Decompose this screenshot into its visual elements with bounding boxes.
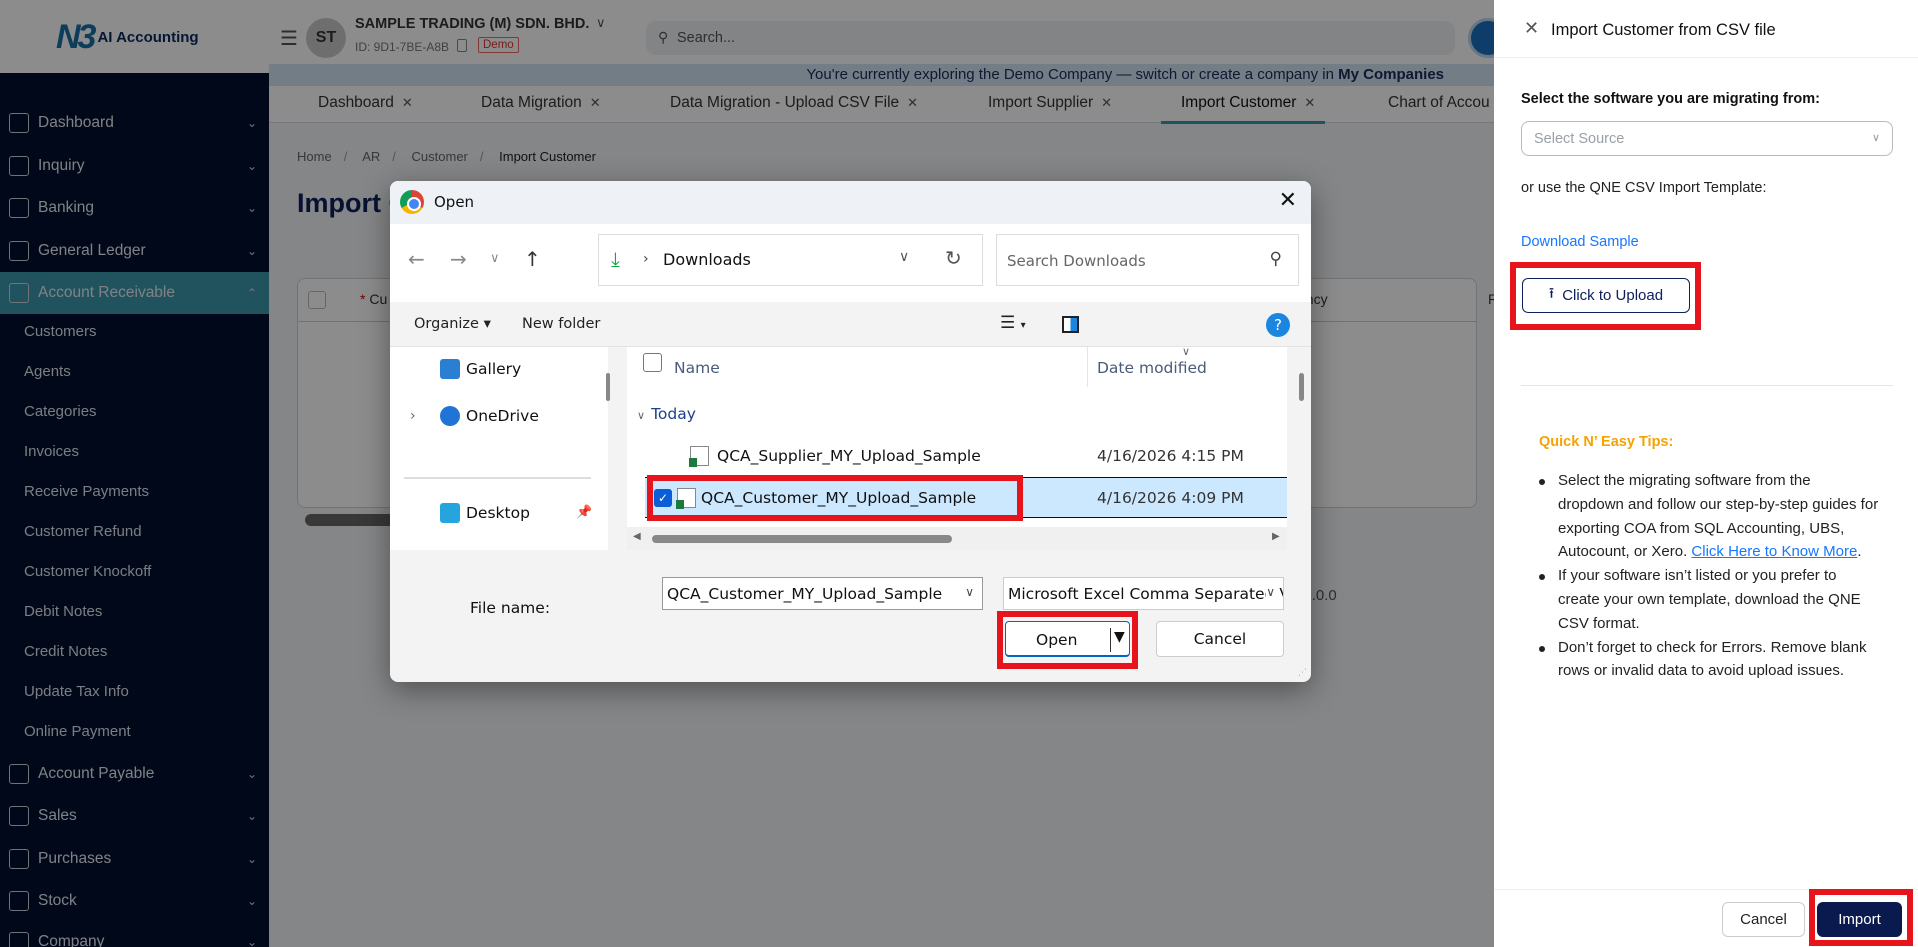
back-arrow-icon[interactable]: ← <box>408 247 425 271</box>
dialog-nav-bar: ← → ∨ ↑ ⤓ › Downloads ∨ ↻ Search Downloa… <box>390 224 1311 302</box>
up-arrow-icon[interactable]: ↑ <box>524 247 541 271</box>
chevron-down-icon: ∨ <box>1871 132 1880 144</box>
forward-arrow-icon[interactable]: → <box>450 247 467 271</box>
chrome-icon <box>400 190 424 214</box>
cancel-button[interactable]: Cancel <box>1722 902 1805 937</box>
file-row-selected[interactable]: ✓ QCA_Customer_MY_Upload_Sample 4/16/202… <box>645 477 1287 518</box>
file-type-select[interactable]: Microsoft Excel Comma Separated Values F… <box>1003 577 1284 610</box>
organize-button[interactable]: Organize ▾ <box>414 316 491 332</box>
open-button[interactable]: Open ▼ <box>1005 621 1130 657</box>
tip-item: Select the migrating software from the d… <box>1539 469 1879 564</box>
know-more-link[interactable]: Click Here to Know More <box>1691 543 1857 560</box>
tip-item: Don’t forget to check for Errors. Remove… <box>1539 636 1879 684</box>
refresh-icon[interactable]: ↻ <box>945 246 962 270</box>
horizontal-scrollbar[interactable]: ◀ ▶ <box>627 527 1287 550</box>
dialog-toolbar: Organize ▾ New folder ☰ ▾ ? <box>390 302 1311 347</box>
select-all-checkbox[interactable] <box>643 353 662 372</box>
preview-pane-icon[interactable] <box>1062 316 1079 333</box>
import-button[interactable]: Import <box>1817 902 1902 937</box>
address-bar[interactable]: ⤓ › Downloads ∨ ↻ <box>598 234 983 286</box>
file-name: QCA_Supplier_MY_Upload_Sample <box>717 447 981 465</box>
breadcrumb-chevron-icon: › <box>643 251 649 267</box>
file-list: Name ∨ Date modified ∨ Today QCA_Supplier… <box>627 345 1304 550</box>
chevron-down-icon: ∨ <box>965 585 974 599</box>
view-list-icon[interactable]: ☰ ▾ <box>1000 313 1026 333</box>
dropdown-arrow-icon: ▼ <box>1114 629 1125 645</box>
expand-chevron-icon[interactable]: › <box>410 408 416 424</box>
file-name-label: File name: <box>470 599 551 617</box>
search-placeholder: Search Downloads <box>1007 252 1146 270</box>
tips-list: Select the migrating software from the d… <box>1539 469 1879 683</box>
close-icon[interactable]: ✕ <box>1524 18 1539 39</box>
excel-csv-icon <box>676 488 696 509</box>
dialog-title: Open <box>434 193 475 211</box>
file-name-input[interactable]: QCA_Customer_MY_Upload_Sample ∨ <box>662 577 983 610</box>
onedrive-icon <box>440 406 460 426</box>
click-to-upload-button[interactable]: ⭱ Click to Upload <box>1522 278 1690 313</box>
vertical-scrollbar[interactable] <box>1299 373 1304 401</box>
drawer-title: Import Customer from CSV file <box>1551 21 1776 39</box>
file-name: QCA_Customer_MY_Upload_Sample <box>701 489 977 507</box>
divider <box>1521 385 1893 386</box>
close-icon[interactable]: ✕ <box>1279 188 1297 213</box>
nav-onedrive[interactable]: OneDrive <box>440 406 539 426</box>
chevron-down-icon: ∨ <box>1266 585 1275 599</box>
template-label: or use the QNE CSV Import Template: <box>1521 180 1767 196</box>
sort-chevron-icon: ∨ <box>1182 345 1191 358</box>
dialog-cancel-button[interactable]: Cancel <box>1156 621 1284 657</box>
upload-icon: ⭱ <box>1548 285 1555 302</box>
drawer-header: ✕ Import Customer from CSV file <box>1494 0 1918 58</box>
group-today[interactable]: ∨ Today <box>637 405 696 423</box>
tips-title: Quick N’ Easy Tips: <box>1539 434 1674 450</box>
pin-icon: 📌 <box>576 505 593 520</box>
nav-desktop[interactable]: Desktop <box>440 503 530 523</box>
gallery-icon <box>440 359 460 379</box>
file-row[interactable]: QCA_Supplier_MY_Upload_Sample 4/16/2026 … <box>645 436 1287 477</box>
search-icon: ⚲ <box>1269 249 1282 269</box>
search-downloads-input[interactable]: Search Downloads ⚲ <box>996 234 1299 286</box>
import-drawer: ✕ Import Customer from CSV file Select t… <box>1494 0 1918 947</box>
navigation-pane: Gallery › OneDrive Desktop 📌 <box>390 347 610 550</box>
address-dropdown-icon[interactable]: ∨ <box>899 249 909 265</box>
select-software-label: Select the software you are migrating fr… <box>1521 91 1820 107</box>
file-date: 4/16/2026 4:09 PM <box>1097 489 1244 507</box>
nav-divider <box>404 477 591 479</box>
file-date: 4/16/2026 4:15 PM <box>1097 447 1244 465</box>
column-header-name[interactable]: Name <box>674 359 720 377</box>
download-sample-link[interactable]: Download Sample <box>1521 234 1639 250</box>
drawer-footer: Cancel Import <box>1494 889 1918 947</box>
desktop-icon <box>440 503 460 523</box>
file-open-dialog: Open ✕ ← → ∨ ↑ ⤓ › Downloads ∨ ↻ Search … <box>390 181 1311 682</box>
help-icon[interactable]: ? <box>1266 313 1290 337</box>
excel-csv-icon <box>689 446 709 467</box>
checkbox-checked-icon[interactable]: ✓ <box>654 489 672 507</box>
dialog-title-bar: Open ✕ <box>390 181 1311 224</box>
recent-chevron-icon[interactable]: ∨ <box>490 251 500 266</box>
select-source-dropdown[interactable]: Select Source ∨ <box>1521 121 1893 156</box>
column-header-date[interactable]: Date modified <box>1097 359 1207 377</box>
tip-item: If your software isn’t listed or you pre… <box>1539 564 1879 635</box>
resize-grip-icon[interactable]: ⋰ <box>1298 668 1307 678</box>
nav-gallery[interactable]: Gallery <box>440 359 521 379</box>
nav-scrollbar[interactable] <box>606 373 610 401</box>
download-icon: ⤓ <box>611 247 620 271</box>
new-folder-button[interactable]: New folder <box>522 316 600 332</box>
address-location[interactable]: Downloads <box>663 250 751 269</box>
